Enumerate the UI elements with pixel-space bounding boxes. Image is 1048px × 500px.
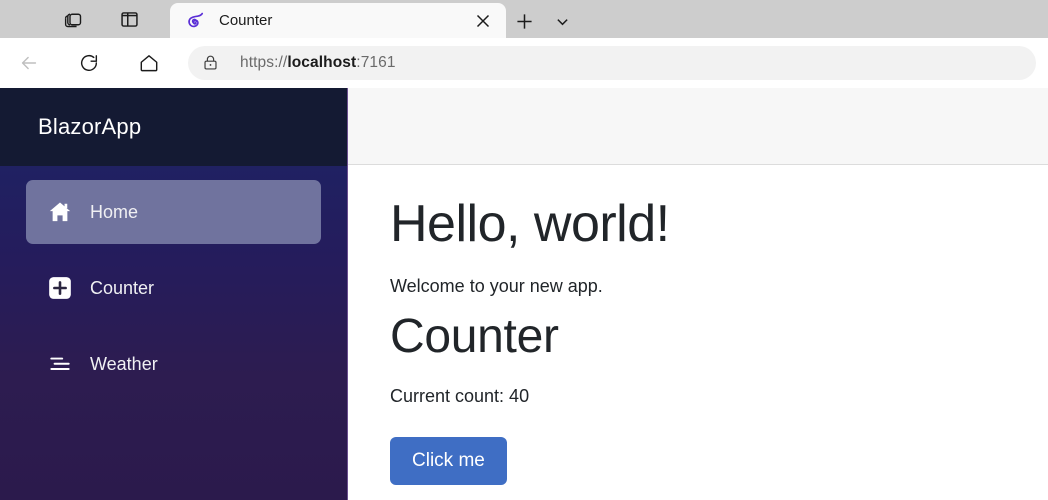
tab-strip: Counter [0,0,1048,38]
sidebar-item-label: Weather [90,353,158,374]
content-main: Hello, world! Welcome to your new app. C… [348,165,1048,500]
content-topbar [348,88,1048,165]
list-lines-icon [46,350,74,378]
brand-title: BlazorApp [38,114,142,139]
tab-title: Counter [219,12,273,29]
chevron-down-icon[interactable] [546,6,578,36]
sidebar-item-home[interactable]: Home [26,180,321,244]
tab-actions-icon[interactable] [58,4,88,34]
close-icon[interactable] [470,8,496,34]
sidebar-item-label: Home [90,201,139,222]
url-port: :7161 [356,54,396,71]
sidebar-brand[interactable]: BlazorApp [0,88,347,166]
content-column: Hello, world! Welcome to your new app. C… [348,88,1048,500]
address-bar[interactable]: https://localhost:7161 [188,46,1036,80]
lock-icon[interactable] [202,54,220,72]
url-scheme: https:// [240,54,288,71]
home-button[interactable] [132,46,166,80]
new-tab-area [508,4,578,38]
browser-toolbar: https://localhost:7161 [0,38,1048,88]
sidebar-nav: Home Counter Weather [0,166,347,500]
app-sidebar: BlazorApp Home Counter Weather [0,88,348,500]
page-title: Hello, world! [390,195,670,253]
browser-tab-counter[interactable]: Counter [170,3,506,38]
new-tab-button[interactable] [508,6,540,36]
counter-heading: Counter [390,309,559,363]
sidebar-item-counter[interactable]: Counter [26,256,321,320]
page-viewport: BlazorApp Home Counter Weather Hello, wo… [0,88,1048,500]
back-button[interactable] [12,46,46,80]
address-bar-text: https://localhost:7161 [240,54,396,72]
home-icon [46,198,74,226]
page-lead-text: Welcome to your new app. [390,275,603,296]
click-me-button[interactable]: Click me [390,436,507,485]
tabstrip-left-buttons [0,0,144,38]
blazor-logo-icon [186,11,205,30]
url-host: localhost [287,54,357,71]
browser-window: Counter https://localhost:7161 BlazorApp… [0,0,1048,500]
current-count-text: Current count: 40 [390,385,530,406]
refresh-button[interactable] [72,46,106,80]
sidebar-item-label: Counter [90,277,155,298]
sidebar-item-weather[interactable]: Weather [26,332,321,396]
plus-square-icon [46,274,74,302]
split-screen-icon[interactable] [114,4,144,34]
